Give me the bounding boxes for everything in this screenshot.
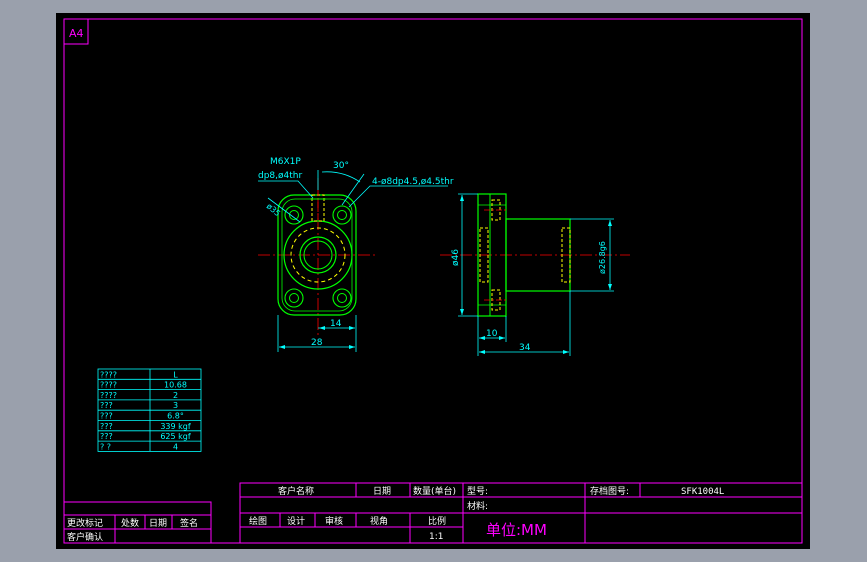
flange-dia-dim-label: ø46 bbox=[451, 249, 461, 266]
tb-drawing-no-label: 存档图号: bbox=[590, 485, 629, 497]
spec-value: L bbox=[173, 370, 178, 379]
spec-value: 3 bbox=[173, 401, 178, 410]
rev-location: 处数 bbox=[121, 517, 139, 529]
spec-key: ??? bbox=[100, 432, 113, 441]
tb-view-angle: 视角 bbox=[370, 515, 388, 527]
spec-key: ??? bbox=[100, 412, 113, 421]
rev-change-mark: 更改标记 bbox=[67, 517, 103, 529]
rev-customer-confirm: 客户确认 bbox=[67, 531, 103, 543]
tb-date: 日期 bbox=[373, 486, 391, 497]
spec-key: ??? bbox=[100, 422, 113, 431]
spec-key: ???? bbox=[100, 391, 117, 400]
spec-value: 2 bbox=[173, 391, 178, 400]
tb-scale: 比例 bbox=[428, 515, 446, 527]
spec-key: ???? bbox=[100, 381, 117, 390]
drawing-background bbox=[56, 13, 810, 549]
rev-date: 日期 bbox=[149, 518, 167, 529]
tb-customer-name: 客户名称 bbox=[278, 485, 314, 497]
spec-value: 6.8° bbox=[167, 412, 184, 421]
tb-drawing-no: SFK1004L bbox=[681, 487, 724, 497]
tb-scale-value: 1:1 bbox=[429, 532, 443, 542]
spec-key: ???? bbox=[100, 370, 117, 379]
thread-callout-1: M6X1P bbox=[270, 157, 301, 167]
tb-material: 材料: bbox=[467, 500, 488, 512]
tb-model-no: 型号: bbox=[467, 486, 488, 497]
thread-callout-2: dp8,ø4thr bbox=[258, 171, 302, 181]
width-dim-label: 28 bbox=[311, 338, 323, 348]
tb-drawn: 绘图 bbox=[249, 515, 267, 527]
angle-dim-label: 30° bbox=[333, 161, 349, 171]
spec-value: 339 kgf bbox=[160, 422, 191, 431]
drawing-canvas[interactable]: A4 ø35 M6X1P dp8,ø4thr 30° 4-ø8dp4.5,ø4.… bbox=[0, 0, 867, 562]
spec-key: ??? bbox=[100, 401, 113, 410]
spec-key: ? ? bbox=[100, 442, 111, 451]
tb-quantity: 数量(单台) bbox=[413, 485, 456, 497]
half-width-dim-label: 14 bbox=[330, 319, 342, 329]
sheet-size-tag: A4 bbox=[69, 27, 84, 40]
hole-callout: 4-ø8dp4.5,ø4.5thr bbox=[372, 177, 454, 187]
spec-value: 625 kgf bbox=[160, 432, 191, 441]
length-dim-label: 34 bbox=[519, 343, 531, 353]
tb-review: 审核 bbox=[325, 515, 343, 527]
tb-design: 设计 bbox=[287, 515, 305, 527]
spec-value: 4 bbox=[173, 442, 178, 451]
spec-value: 10.68 bbox=[164, 381, 187, 390]
rev-signature: 签名 bbox=[180, 517, 198, 529]
tb-unit: 单位:MM bbox=[486, 521, 547, 539]
flange-thk-dim-label: 10 bbox=[486, 329, 498, 339]
body-dia-dim-label: ø26.8g6 bbox=[598, 241, 607, 274]
